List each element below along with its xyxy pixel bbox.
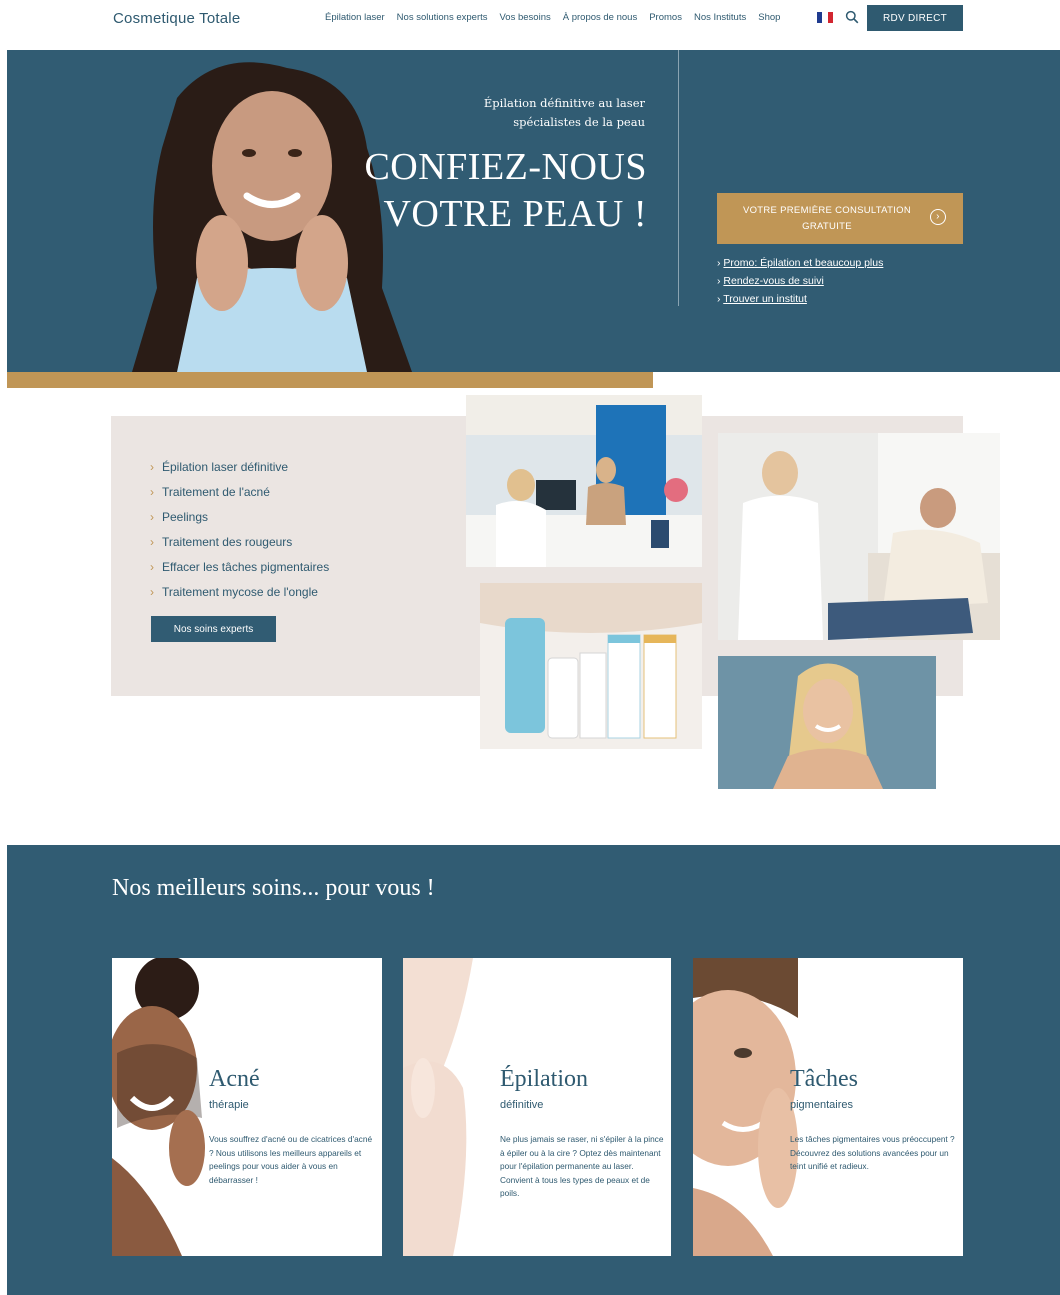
rdv-direct-button[interactable]: RDV DIRECT	[867, 5, 963, 31]
care-card-subtitle: pigmentaires	[790, 1099, 853, 1111]
clinic-reception-photo	[466, 395, 702, 567]
care-card-title: Épilation	[500, 1066, 588, 1092]
chevron-right-circle-icon: ›	[930, 209, 946, 225]
nav-item-vos-besoins[interactable]: Vos besoins	[500, 12, 551, 23]
gold-accent-band	[7, 372, 653, 388]
pigment-model-photo	[693, 958, 798, 1256]
service-link-mycose[interactable]: Traitement mycose de l'ongle	[150, 580, 329, 605]
nav-item-instituts[interactable]: Nos Instituts	[694, 12, 746, 23]
care-card-description: Les tâches pigmentaires vous préoccupent…	[790, 1134, 955, 1171]
hero-title: CONFIEZ-NOUS VOTRE PEAU !	[364, 146, 647, 235]
hero-subtitle: Épilation définitive au laser spécialist…	[483, 96, 645, 129]
service-link-acne[interactable]: Traitement de l'acné	[150, 480, 329, 505]
expert-care-button[interactable]: Nos soins experts	[151, 616, 276, 642]
hero-link-promo[interactable]: › Promo: Épilation et beaucoup plus	[717, 254, 883, 272]
hero-links: › Promo: Épilation et beaucoup plus › Re…	[717, 254, 883, 308]
nav-item-solutions-experts[interactable]: Nos solutions experts	[397, 12, 488, 23]
nav-item-promos[interactable]: Promos	[649, 12, 682, 23]
service-link-epilation[interactable]: Épilation laser définitive	[150, 455, 329, 480]
care-card-taches[interactable]: Tâches pigmentaires Les tâches pigmentai…	[693, 958, 963, 1256]
hero-link-institut[interactable]: › Trouver un institut	[717, 290, 883, 308]
service-link-peelings[interactable]: Peelings	[150, 505, 329, 530]
nav-item-shop[interactable]: Shop	[758, 12, 780, 23]
care-card-description: Vous souffrez d'acné ou de cicatrices d'…	[209, 1134, 373, 1185]
skincare-products-photo	[480, 583, 702, 749]
acne-model-photo	[112, 958, 212, 1256]
care-card-description: Ne plus jamais se raser, ni s'épiler à l…	[500, 1134, 664, 1198]
care-card-subtitle: thérapie	[209, 1099, 249, 1111]
smiling-blonde-photo	[718, 656, 936, 789]
hero-link-suivi[interactable]: › Rendez-vous de suivi	[717, 272, 883, 290]
treatment-room-photo	[718, 433, 1000, 640]
hero-banner: Épilation définitive au laser spécialist…	[7, 50, 1060, 372]
services-list: Épilation laser définitive Traitement de…	[150, 455, 329, 605]
service-link-rougeurs[interactable]: Traitement des rougeurs	[150, 530, 329, 555]
hero-divider	[678, 50, 679, 306]
free-consultation-button[interactable]: VOTRE PREMIÈRE CONSULTATION GRATUITE ›	[717, 193, 963, 244]
service-link-taches[interactable]: Effacer les tâches pigmentaires	[150, 555, 329, 580]
site-logo[interactable]: Cosmetique Totale	[113, 10, 240, 27]
care-card-title: Acné	[209, 1066, 260, 1092]
site-header: Cosmetique Totale Épilation laser Nos so…	[0, 0, 1060, 48]
care-card-subtitle: définitive	[500, 1099, 544, 1111]
care-card-acne[interactable]: Acné thérapie Vous souffrez d'acné ou de…	[112, 958, 382, 1256]
care-card-title: Tâches	[790, 1066, 858, 1092]
french-flag-icon[interactable]	[817, 12, 833, 23]
nav-item-epilation-laser[interactable]: Épilation laser	[325, 12, 385, 23]
best-care-title: Nos meilleurs soins... pour vous !	[112, 875, 435, 901]
nav-item-a-propos[interactable]: À propos de nous	[563, 12, 637, 23]
care-card-epilation[interactable]: Épilation définitive Ne plus jamais se r…	[403, 958, 671, 1256]
search-icon[interactable]	[845, 10, 859, 24]
main-nav: Épilation laser Nos solutions experts Vo…	[325, 12, 780, 23]
